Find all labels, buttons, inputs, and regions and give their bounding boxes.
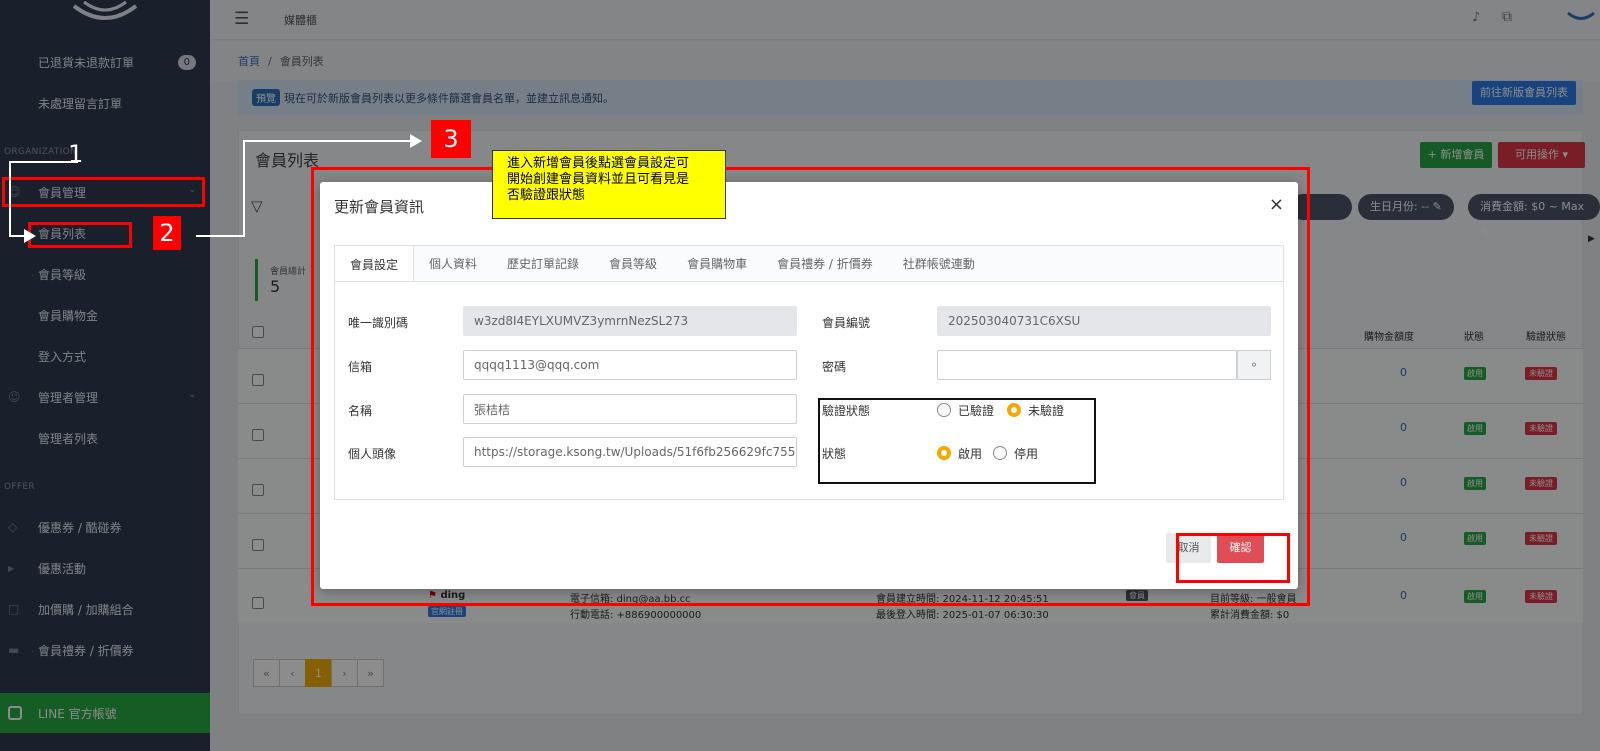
arrowhead-2 — [410, 134, 422, 148]
step-arrows — [9, 134, 422, 243]
arrowhead-1 — [24, 229, 36, 243]
arrow-1 — [9, 161, 78, 237]
arrow-2 — [196, 140, 414, 237]
instruction-callout: 進入新增會員後點選會員設定可 開始創建會員資料並且可看見是 否驗證跟狀態 — [492, 150, 726, 219]
